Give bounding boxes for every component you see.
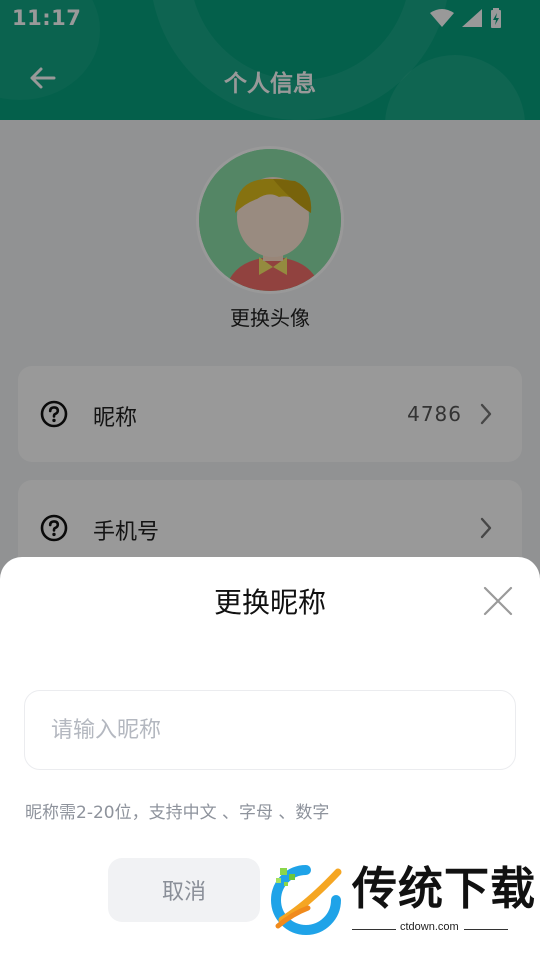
watermark-url: ctdown.com — [400, 921, 459, 933]
nickname-hint: 昵称需2-20位，支持中文 、字母 、数字 — [25, 803, 330, 823]
watermark-line — [464, 929, 508, 930]
sheet-title: 更换昵称 — [213, 586, 326, 619]
nickname-input[interactable] — [24, 690, 516, 770]
watermark-line — [352, 929, 396, 930]
close-icon[interactable] — [480, 583, 516, 619]
watermark-brand: 传统下载 — [352, 862, 537, 915]
cancel-button[interactable]: 取消 — [108, 858, 260, 922]
watermark-logo-icon — [271, 865, 342, 935]
